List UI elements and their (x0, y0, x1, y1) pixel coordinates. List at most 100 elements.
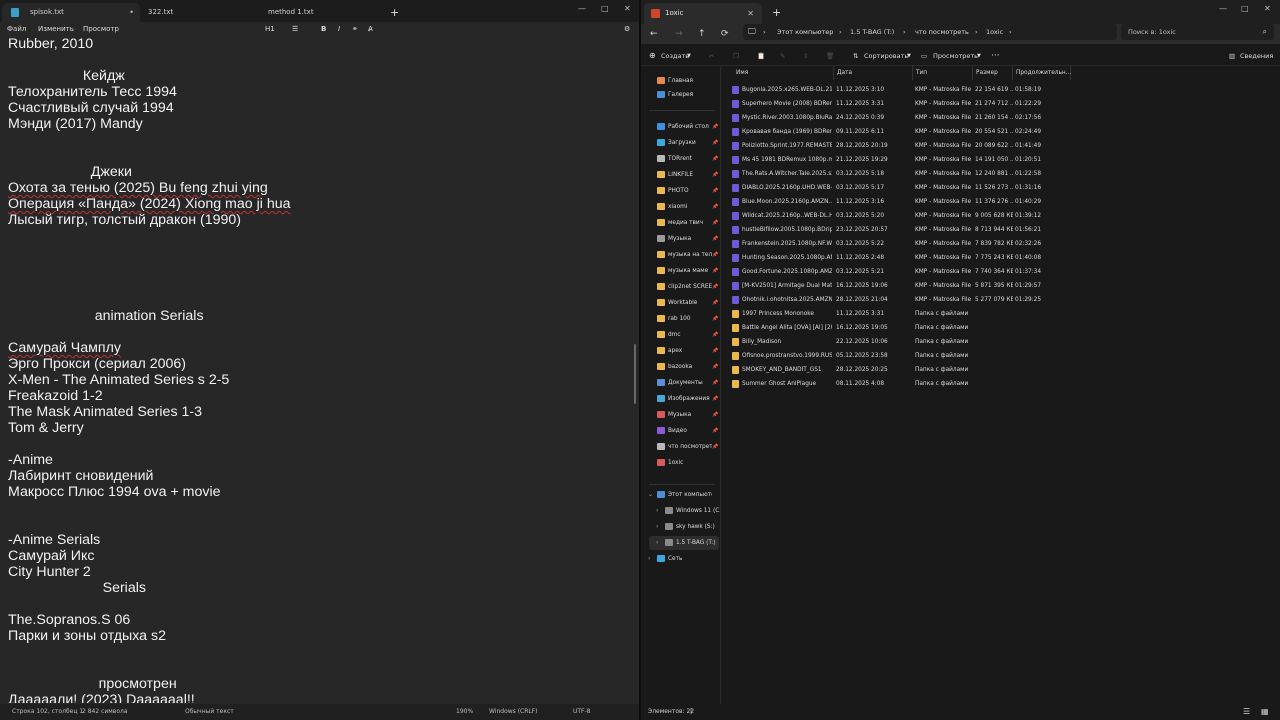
tree-item[interactable]: ⌄ Этот компьютер (648, 488, 719, 502)
expand-chevron-icon[interactable]: › (656, 536, 658, 550)
tree-item[interactable]: › 1.5 T-BAG (T:) (649, 536, 719, 550)
file-row[interactable]: Battle Angel Alita [OVA] [AI] [20... 16.1… (727, 321, 1275, 335)
sidebar-item[interactable]: 1oxic (649, 456, 719, 470)
menu-file[interactable]: Файл (7, 23, 26, 35)
sidebar-item[interactable]: apex 📌 (649, 344, 719, 358)
new-tab-plus-icon[interactable]: + (772, 4, 781, 21)
tree-item[interactable]: › sky hawk (S:) (649, 520, 719, 534)
rename-icon[interactable]: ✎ (780, 47, 785, 65)
tab-method-1[interactable]: method 1.txt (240, 3, 380, 22)
tree-item[interactable]: › Сеть (648, 552, 719, 566)
sidebar-item[interactable]: что посмотреть 📌 (649, 440, 719, 454)
sidebar-item[interactable]: dmc 📌 (649, 328, 719, 342)
file-row[interactable]: Poliziotto.Sprint.1977.REMASTE... 28.12.2… (727, 139, 1275, 153)
list-icon[interactable]: ☰ (292, 23, 298, 35)
details-view-icon[interactable]: ☰ (1243, 704, 1250, 720)
text-editor[interactable]: Rubber, 2010 Кейдж Телохранитель Тесс 199… (8, 36, 628, 703)
sidebar-item[interactable]: Музыка 📌 (649, 232, 719, 246)
file-row[interactable]: SMOKEY_AND_BANDIT_GS1 28.12.2025 20:25 Пап… (727, 363, 1275, 377)
text-format[interactable]: Обычный текст (185, 704, 234, 720)
col-duration[interactable]: Продолжительн... (1013, 66, 1071, 80)
bold-icon[interactable]: B (321, 23, 326, 35)
paste-icon[interactable]: 📋 (757, 47, 765, 65)
sidebar-item[interactable]: Worktable 📌 (649, 296, 719, 310)
col-name[interactable]: Имя (733, 66, 834, 80)
sidebar-item[interactable]: музыка на теле 📌 (649, 248, 719, 262)
file-row[interactable]: Blue.Moon.2025.2160p.AMZN... 11.12.2025 3… (727, 195, 1275, 209)
col-date[interactable]: Дата (834, 66, 913, 80)
file-row[interactable]: Frankenstein.2025.1080p.NF.WE... 03.12.20… (727, 237, 1275, 251)
forward-arrow-icon[interactable]: → (675, 27, 683, 41)
file-row[interactable]: Good.Fortune.2025.1080p.AMZ... 03.12.2025… (727, 265, 1275, 279)
sidebar-item[interactable]: LINKFILE 📌 (649, 168, 719, 182)
clear-format-icon[interactable]: A̷ (368, 23, 373, 35)
tab-1oxic[interactable]: 1oxic ✕ (644, 3, 762, 24)
file-row[interactable]: hustleBifllow.2005.1080p.BDrip.h... 23.12… (727, 223, 1275, 237)
file-row[interactable]: Ohotnik.i.ohotnitsa.2025.AMZN... 28.12.20… (727, 293, 1275, 307)
file-row[interactable]: Bugonia.2025.x265.WEB-DL.2160... 11.12.20… (727, 83, 1275, 97)
breadcrumb-drive[interactable]: 1.5 T-BAG (T:) (850, 24, 894, 40)
expand-chevron-icon[interactable]: › (656, 504, 658, 518)
file-row[interactable]: Wildcat.2025.2160p..WEB-DL.H2... 03.12.20… (727, 209, 1275, 223)
file-row[interactable]: Mystic.River.2003.1080p.BluRay... 24.12.2… (727, 111, 1275, 125)
file-row[interactable]: [M-KV2501] Armitage Dual Matr... 16.12.20… (727, 279, 1275, 293)
address-bar[interactable]: 🖵 › Этот компьютер › 1.5 T-BAG (T:) › чт… (743, 24, 1117, 40)
sidebar-item[interactable]: Документы 📌 (649, 376, 719, 390)
sidebar-item[interactable]: Видео 📌 (649, 424, 719, 438)
sidebar-item[interactable]: музыка маме 📌 (649, 264, 719, 278)
tree-item[interactable]: › Windows 11 (C:) (649, 504, 720, 518)
file-row[interactable]: Superhero Movie (2008) BDRem... 11.12.202… (727, 97, 1275, 111)
file-row[interactable]: DIABLO.2025.2160p.UHD.WEB-D... 03.12.2025… (727, 181, 1275, 195)
sidebar-item[interactable]: PHOTO 📌 (649, 184, 719, 198)
italic-icon[interactable]: I (338, 23, 340, 35)
minimize-icon[interactable]: — (1219, 2, 1227, 16)
col-type[interactable]: Тип (913, 66, 973, 80)
file-row[interactable]: 1997 Princess Mononoke 11.12.2025 3:31 Пап… (727, 307, 1275, 321)
expand-chevron-icon[interactable]: › (648, 552, 650, 566)
sidebar-item[interactable]: Загрузки 📌 (649, 136, 719, 150)
heading-dropdown[interactable]: H1 (265, 23, 275, 35)
sidebar-item[interactable]: xiaomi 📌 (649, 200, 719, 214)
sidebar-item[interactable]: clip2net SCREEN 📌 (649, 280, 719, 294)
maximize-icon[interactable]: □ (601, 2, 609, 16)
more-options-icon[interactable]: ··· (991, 47, 1000, 65)
menu-edit[interactable]: Изменить (38, 23, 74, 35)
view-button[interactable]: Просмотреть (933, 47, 978, 65)
breadcrumb-folder[interactable]: что посмотреть (915, 24, 969, 40)
breadcrumb-current[interactable]: 1oxic (986, 24, 1003, 40)
close-icon[interactable]: ✕ (1264, 2, 1271, 16)
zoom-level[interactable]: 190% (456, 704, 473, 720)
link-icon[interactable]: ⚭ (352, 23, 358, 35)
file-row[interactable]: Ms 45 1981 BDRemux 1080p.mkv 21.12.2025 1… (727, 153, 1275, 167)
sidebar-item[interactable]: Изображения 📌 (649, 392, 719, 406)
file-row[interactable]: Кровавая банда (1969) BDRemu... 09.11.202… (727, 125, 1275, 139)
maximize-icon[interactable]: □ (1241, 2, 1249, 16)
sidebar-item[interactable]: Главная (649, 74, 719, 88)
copy-icon[interactable]: ❐ (733, 47, 739, 65)
minimize-icon[interactable]: — (578, 2, 586, 16)
sidebar-item[interactable]: Галерея (649, 88, 719, 102)
search-input[interactable]: Поиск в: 1oxic ⌕ (1121, 24, 1274, 40)
file-row[interactable]: Summer Ghost AniPlague 08.11.2025 4:08 Пап… (727, 377, 1275, 391)
new-tab-plus-icon[interactable]: + (390, 3, 399, 22)
close-tab-icon[interactable]: ✕ (747, 3, 754, 24)
back-arrow-icon[interactable]: ← (650, 27, 658, 41)
file-row[interactable]: The.Rats.A.Witcher.Tale.2025.s2... 03.12.… (727, 167, 1275, 181)
details-button[interactable]: Сведения (1240, 47, 1273, 65)
scrollbar-thumb[interactable] (634, 344, 636, 404)
sidebar-item[interactable]: Музыка 📌 (649, 408, 719, 422)
cut-icon[interactable]: ✂ (709, 47, 714, 65)
refresh-icon[interactable]: ⟳ (721, 27, 729, 41)
delete-icon[interactable]: 🗑 (826, 47, 834, 65)
sidebar-item[interactable]: Рабочий стол 📌 (649, 120, 719, 134)
close-icon[interactable]: ✕ (624, 2, 631, 16)
file-row[interactable]: Ofisnoe.prostranstvo.1999.RUS.E... 05.12.… (727, 349, 1275, 363)
file-row[interactable]: Hunting.Season.2025.1080p.AM... 11.12.202… (727, 251, 1275, 265)
share-icon[interactable]: ⇪ (803, 47, 808, 65)
sort-button[interactable]: Сортировать (864, 47, 908, 65)
expand-chevron-icon[interactable]: ⌄ (648, 488, 653, 502)
col-size[interactable]: Размер (973, 66, 1013, 80)
up-arrow-icon[interactable]: ↑ (698, 27, 706, 41)
expand-chevron-icon[interactable]: › (656, 520, 658, 534)
tab-322[interactable]: 322.txt (120, 3, 240, 22)
